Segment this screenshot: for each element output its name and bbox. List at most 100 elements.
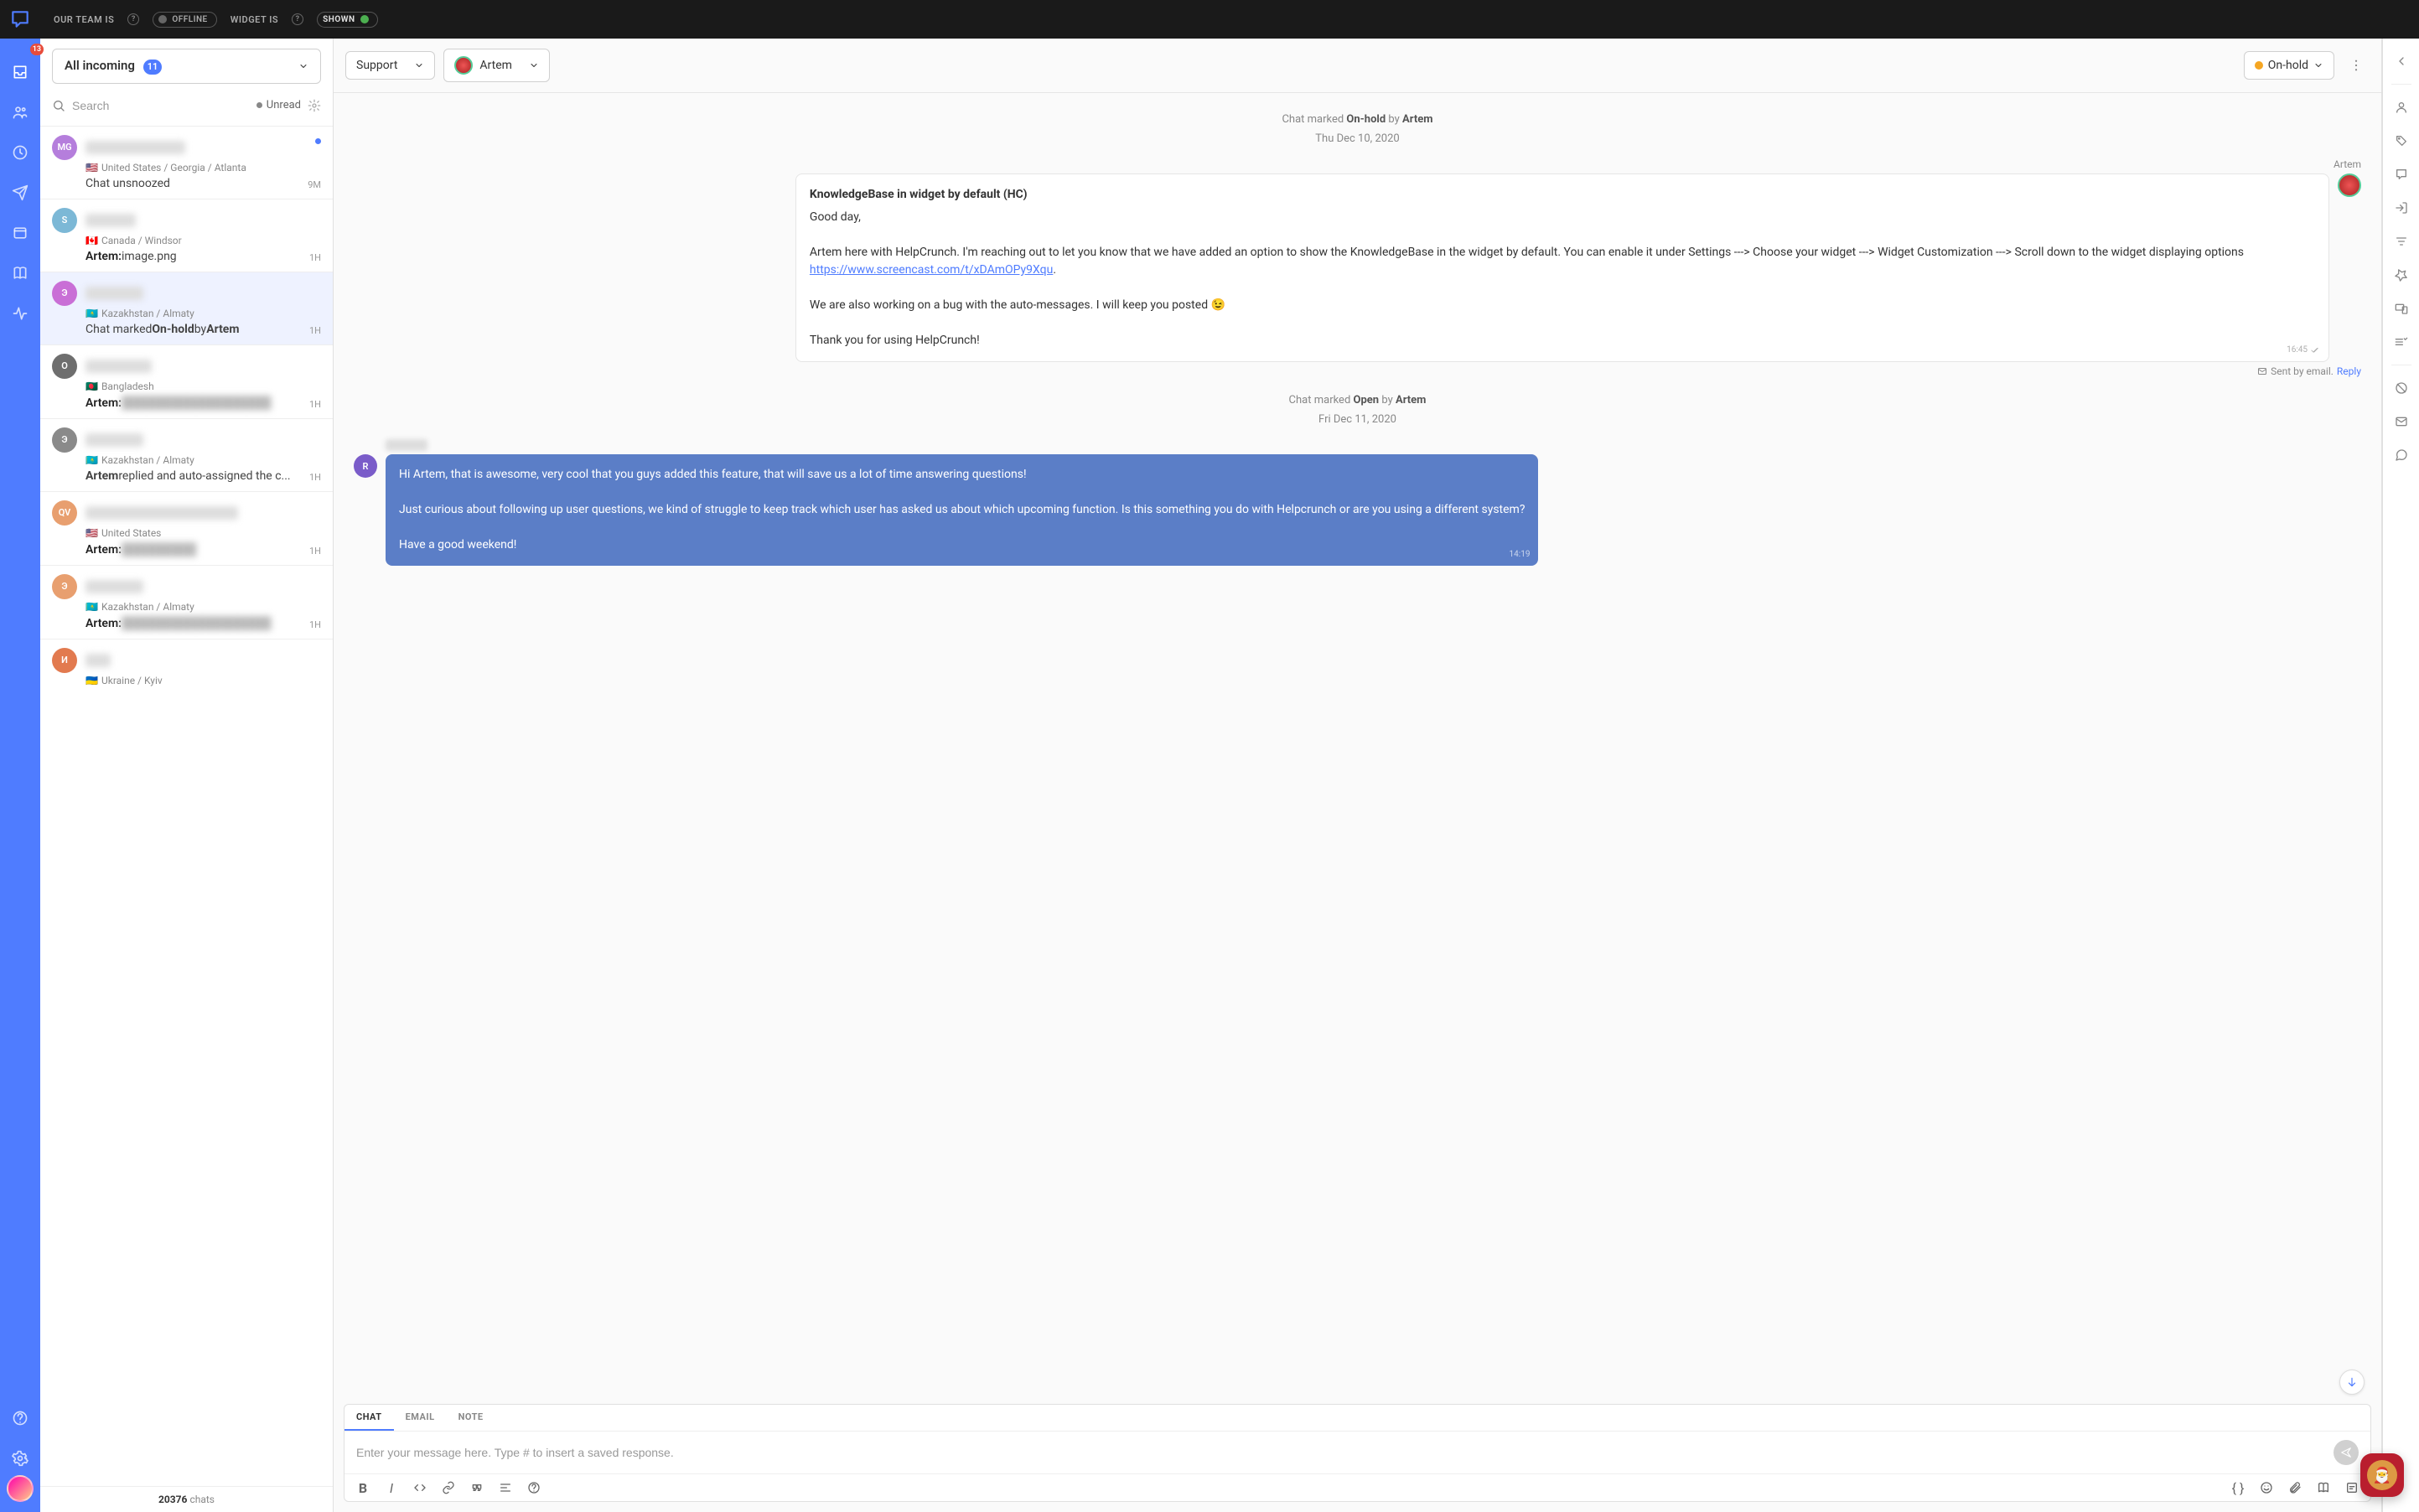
- convo-time: 1H: [309, 252, 321, 263]
- unread-filter[interactable]: Unread: [256, 99, 301, 111]
- avatar: Э: [52, 427, 77, 453]
- app-logo[interactable]: [0, 0, 40, 39]
- message-meta: Sent by email. Reply: [2257, 365, 2361, 377]
- devices-icon[interactable]: [2387, 294, 2416, 323]
- message-link[interactable]: https://www.screencast.com/t/xDAmOPy9Xqu: [810, 263, 1053, 277]
- more-menu-button[interactable]: [2343, 52, 2370, 79]
- team-status-toggle[interactable]: OFFLINE: [153, 12, 216, 28]
- contacts-icon[interactable]: [3, 96, 37, 129]
- scroll-down-button[interactable]: [2339, 1370, 2365, 1395]
- avatar: S: [52, 208, 77, 233]
- user-avatar[interactable]: [7, 1475, 34, 1502]
- system-message: Chat marked On-hold by Artem: [354, 113, 2361, 126]
- avatar: QV: [52, 500, 77, 526]
- feedback-icon[interactable]: [2387, 441, 2416, 469]
- department-select[interactable]: Support: [345, 51, 435, 80]
- agent-message: Artem KnowledgeBase in widget by default…: [354, 158, 2361, 377]
- variable-button[interactable]: { }: [2230, 1479, 2246, 1496]
- date-divider: Fri Dec 11, 2020: [354, 413, 2361, 426]
- align-button[interactable]: [497, 1479, 514, 1496]
- customer-avatar: R: [354, 454, 377, 478]
- profile-icon[interactable]: [2387, 93, 2416, 122]
- avatar: O: [52, 354, 77, 379]
- conversation-item[interactable]: Э███████🇰🇿 Kazakhstan / AlmatyArtem: ███…: [40, 565, 333, 639]
- help-circle-icon[interactable]: ?: [127, 13, 139, 25]
- block-icon[interactable]: [2387, 374, 2416, 402]
- message-input[interactable]: [356, 1446, 2334, 1459]
- send-button[interactable]: [2334, 1440, 2359, 1465]
- composer-toolbar: B I { }: [344, 1473, 2370, 1501]
- settings-icon[interactable]: [3, 1442, 37, 1475]
- collapse-icon[interactable]: [2387, 47, 2416, 75]
- filter-icon[interactable]: [2387, 227, 2416, 256]
- flag-icon: 🇰🇿: [85, 308, 98, 319]
- avatar: Э: [52, 281, 77, 306]
- message-author: ████: [386, 439, 427, 451]
- email-icon: [2257, 366, 2267, 376]
- help-icon[interactable]: [3, 1401, 37, 1435]
- send-icon[interactable]: [3, 176, 37, 210]
- login-icon[interactable]: [2387, 194, 2416, 222]
- activity-icon[interactable]: [3, 297, 37, 330]
- chevron-down-icon: [2313, 60, 2323, 70]
- code-button[interactable]: [412, 1479, 428, 1496]
- checklist-icon[interactable]: [2387, 328, 2416, 356]
- gear-icon[interactable]: [308, 99, 321, 112]
- mail-icon[interactable]: [2387, 407, 2416, 436]
- chat-status-select[interactable]: On-hold: [2244, 51, 2334, 80]
- avatar: MG: [52, 135, 77, 160]
- link-button[interactable]: [440, 1479, 457, 1496]
- window-icon[interactable]: [3, 216, 37, 250]
- widget-status-toggle[interactable]: SHOWN: [317, 12, 377, 28]
- tab-email[interactable]: EMAIL: [394, 1405, 447, 1431]
- attach-button[interactable]: [2287, 1479, 2303, 1496]
- help-button[interactable]: [526, 1479, 542, 1496]
- search-input[interactable]: [72, 94, 250, 117]
- conversation-item[interactable]: MG████████████🇺🇸 United States / Georgia…: [40, 126, 333, 199]
- status-dot-offline: [158, 15, 167, 23]
- flag-icon: 🇨🇦: [85, 235, 98, 246]
- flag-icon: 🇺🇦: [85, 675, 98, 686]
- filter-dropdown[interactable]: All incoming 11: [52, 49, 321, 84]
- reply-link[interactable]: Reply: [2337, 365, 2361, 377]
- bold-button[interactable]: B: [355, 1479, 371, 1496]
- flag-icon: 🇺🇸: [85, 162, 98, 173]
- knowledgebase-icon[interactable]: [3, 256, 37, 290]
- help-circle-icon[interactable]: ?: [292, 13, 303, 25]
- date-divider: Thu Dec 10, 2020: [354, 132, 2361, 145]
- chat-header: Support Artem On-hold: [334, 39, 2381, 93]
- recent-icon[interactable]: [3, 136, 37, 169]
- tab-note[interactable]: NOTE: [447, 1405, 495, 1431]
- message-author: Artem: [2334, 158, 2361, 170]
- message-time: 16:45: [2287, 344, 2320, 356]
- inbox-icon[interactable]: [3, 55, 37, 89]
- convo-time: 1H: [309, 619, 321, 630]
- avatar: Э: [52, 574, 77, 599]
- topbar: OUR TEAM IS ? OFFLINE WIDGET IS ? SHOWN: [40, 0, 2419, 39]
- conversation-item[interactable]: И███🇺🇦 Ukraine / Kyiv: [40, 639, 333, 698]
- quote-button[interactable]: [469, 1479, 485, 1496]
- conversation-item[interactable]: S██████🇨🇦 Canada / WindsorArtem: image.p…: [40, 199, 333, 272]
- template-button[interactable]: [2344, 1479, 2360, 1496]
- chat-icon[interactable]: [2387, 160, 2416, 189]
- composer-tabs: CHAT EMAIL NOTE: [344, 1405, 2370, 1432]
- emoji-button[interactable]: [2258, 1479, 2275, 1496]
- conversation-item[interactable]: Э███████🇰🇿 Kazakhstan / AlmatyChat marke…: [40, 272, 333, 344]
- tab-chat[interactable]: CHAT: [344, 1405, 394, 1431]
- chevron-down-icon: [414, 60, 424, 70]
- widget-status-label: WIDGET IS: [231, 14, 278, 25]
- agent-avatar: [454, 56, 473, 75]
- conversation-item[interactable]: O████████🇧🇩 BangladeshArtem: ███████████…: [40, 344, 333, 418]
- agent-select[interactable]: Artem: [443, 49, 550, 82]
- convo-time: 1H: [309, 546, 321, 557]
- convo-time: 9M: [308, 179, 321, 190]
- conversation-item[interactable]: QV██████████ ████████🇺🇸 United StatesArt…: [40, 491, 333, 565]
- italic-button[interactable]: I: [383, 1479, 400, 1496]
- convo-time: 1H: [309, 399, 321, 410]
- conversation-item[interactable]: Э███████🇰🇿 Kazakhstan / AlmatyArtem repl…: [40, 418, 333, 491]
- tag-icon[interactable]: [2387, 127, 2416, 155]
- chat-widget-launcher[interactable]: 🎅: [2360, 1453, 2404, 1497]
- team-status-label: OUR TEAM IS: [54, 14, 114, 25]
- kb-button[interactable]: [2315, 1479, 2332, 1496]
- integration-icon[interactable]: [2387, 261, 2416, 289]
